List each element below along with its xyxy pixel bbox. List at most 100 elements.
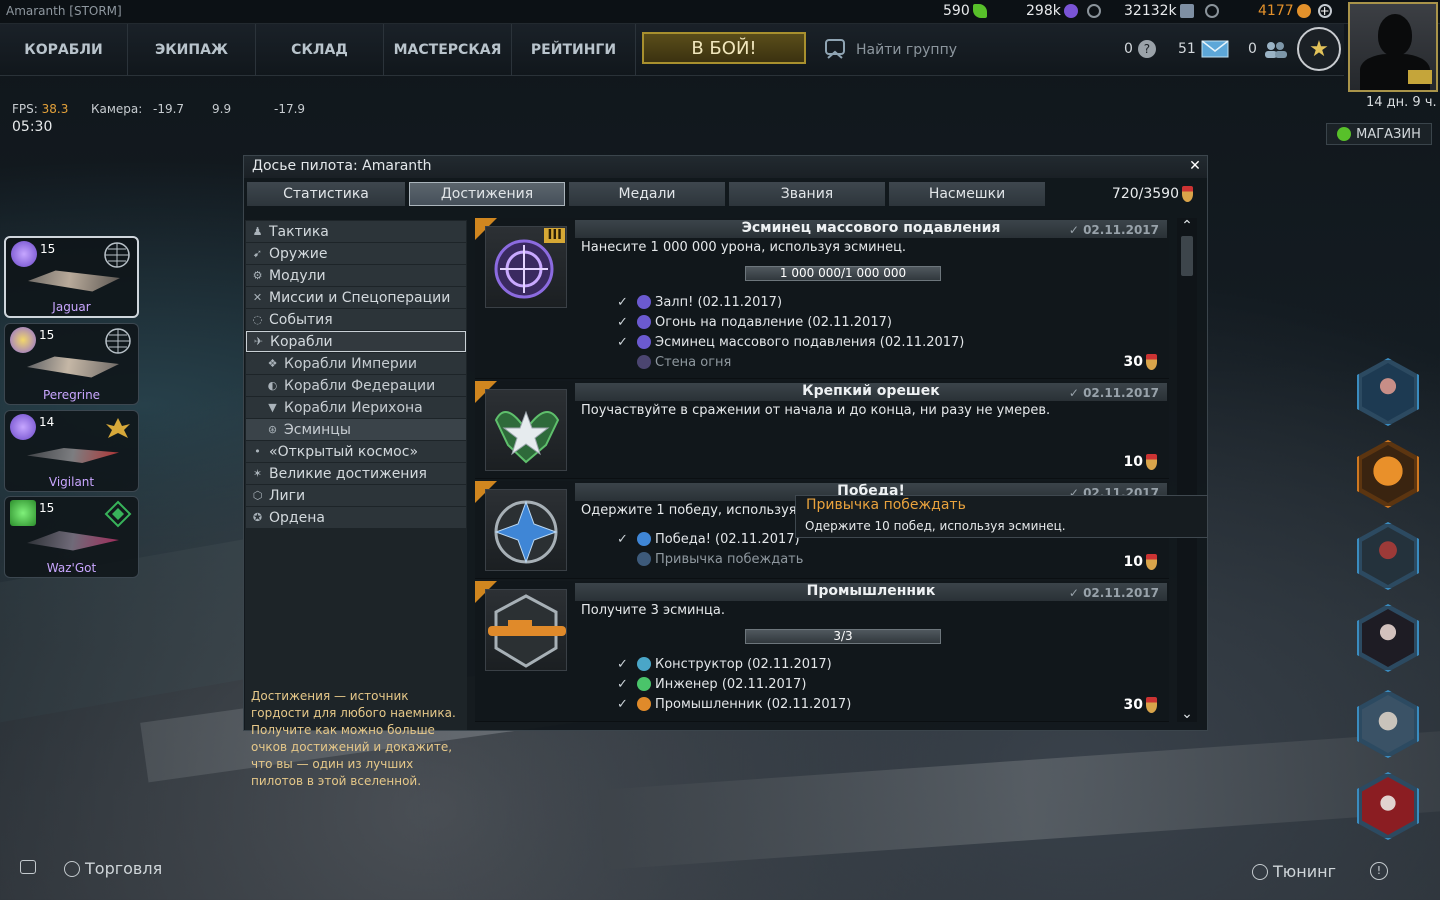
tab-statistics[interactable]: Статистика <box>247 182 405 206</box>
nav-ratings[interactable]: РЕЙТИНГИ <box>512 24 636 76</box>
ship-slot-jaguar[interactable]: 15 Jaguar <box>4 236 139 318</box>
achievement-reward: 30 <box>1124 697 1157 713</box>
ship-image <box>27 356 119 378</box>
tuning-button[interactable]: Тюнинг <box>1252 862 1336 881</box>
step-icon <box>637 677 651 691</box>
tab-achievements[interactable]: Достижения <box>409 182 565 206</box>
close-icon[interactable]: ✕ <box>1187 158 1203 174</box>
crew-portrait[interactable] <box>1357 440 1419 508</box>
ship-image <box>27 531 119 551</box>
reward-value: 10 <box>1123 554 1143 570</box>
category-tactics[interactable]: ♟ Тактика <box>246 221 466 242</box>
crew-portrait[interactable] <box>1357 358 1419 426</box>
missions-icon: ✕ <box>252 290 263 304</box>
step-item: ✓ Инженер (02.11.2017) <box>617 674 851 694</box>
category-jericho-ships[interactable]: ▼ Корабли Иерихона <box>246 397 466 418</box>
federation-icon: ◐ <box>267 378 278 392</box>
achievement-card[interactable]: Крепкий орешек ✓ 02.11.2017 Поучаствуйте … <box>475 381 1169 479</box>
category-label: Корабли Империи <box>284 355 417 372</box>
ship-name: Waz'Got <box>46 561 97 575</box>
ship-rank-icon <box>10 327 36 353</box>
help-icon: ? <box>1137 40 1156 58</box>
add-gold-icon[interactable]: + <box>1317 4 1332 18</box>
ship-level: 15 <box>40 242 56 256</box>
achievement-title-text: Промышленник <box>806 583 936 599</box>
category-great-achievements[interactable]: ✶ Великие достижения <box>246 463 466 484</box>
step-item[interactable]: Привычка побеждать <box>617 549 803 569</box>
scroll-thumb[interactable] <box>1181 236 1193 276</box>
player-name: Amaranth [STORM] <box>6 4 122 18</box>
step-text: Конструктор (02.11.2017) <box>655 656 832 672</box>
category-missions[interactable]: ✕ Миссии и Спецоперации <box>246 287 466 308</box>
tier-label: III <box>544 228 565 243</box>
tab-medals[interactable]: Медали <box>569 182 725 206</box>
crew-portrait[interactable] <box>1357 604 1419 672</box>
clock: 05:30 <box>12 119 53 135</box>
avatar[interactable] <box>1348 2 1438 92</box>
check-icon: ✓ <box>617 334 628 350</box>
shop-button[interactable]: МАГАЗИН <box>1326 123 1432 145</box>
nav-storage[interactable]: СКЛАД <box>256 24 384 76</box>
category-events[interactable]: ◌ События <box>246 309 466 330</box>
step-icon <box>637 532 651 546</box>
category-empire-ships[interactable]: ❖ Корабли Империи <box>246 353 466 374</box>
crew-portrait[interactable] <box>1357 522 1419 590</box>
achievement-progress-bar: 1 000 000/1 000 000 <box>745 266 941 281</box>
scrollbar[interactable]: ⌃ ⌄ <box>1177 218 1197 722</box>
achievement-card[interactable]: III Эсминец массового подавления ✓ 02.11.… <box>475 218 1169 379</box>
mail-counter[interactable]: 51 <box>1178 40 1229 58</box>
achievement-date-text: 02.11.2017 <box>1083 386 1159 400</box>
ship-name: Jaguar <box>52 300 91 314</box>
scroll-up-icon[interactable]: ⌃ <box>1179 218 1195 234</box>
exchange-icon[interactable] <box>1204 4 1219 18</box>
nav-workshop[interactable]: МАСТЕРСКАЯ <box>384 24 512 76</box>
gear-icon[interactable] <box>1086 4 1101 18</box>
step-item: ✓ Огонь на подавление (02.11.2017) <box>617 312 964 332</box>
ship-slot-peregrine[interactable]: 15 Peregrine <box>4 323 139 405</box>
achievement-card[interactable]: Промышленник ✓ 02.11.2017 Получите 3 эсми… <box>475 581 1169 722</box>
category-modules[interactable]: ⚙ Модули <box>246 265 466 286</box>
category-destroyers[interactable]: ⊛ Эсминцы <box>246 419 466 440</box>
help-counter[interactable]: 0 ? <box>1124 40 1156 58</box>
battle-button[interactable]: В БОЙ! <box>642 32 806 64</box>
ship-level: 15 <box>39 328 55 342</box>
tab-ranks[interactable]: Звания <box>729 182 885 206</box>
premium-icon <box>1408 70 1432 84</box>
scroll-down-icon[interactable]: ⌄ <box>1179 706 1195 722</box>
friends-counter[interactable]: 0 <box>1248 40 1288 58</box>
achievement-title: Крепкий орешек ✓ 02.11.2017 <box>575 383 1167 401</box>
tab-taunts[interactable]: Насмешки <box>889 182 1045 206</box>
friends-icon <box>1264 42 1287 58</box>
achievement-title: Эсминец массового подавления ✓ 02.11.2017 <box>575 220 1167 238</box>
destroyer-icon: ⊛ <box>267 422 278 436</box>
achievement-date: ✓ 02.11.2017 <box>1068 386 1159 400</box>
category-federation-ships[interactable]: ◐ Корабли Федерации <box>246 375 466 396</box>
chat-button[interactable] <box>20 860 36 874</box>
rank-star-icon[interactable]: ★ <box>1297 27 1341 71</box>
ship-slot-wazgot[interactable]: 15 Waz'Got <box>4 496 139 578</box>
step-item: Стена огня <box>617 352 964 372</box>
category-ships[interactable]: ✈ Корабли <box>246 331 466 352</box>
points-value: 720/3590 <box>1111 186 1179 202</box>
trade-button[interactable]: Торговля <box>64 859 162 878</box>
category-open-space[interactable]: • «Открытый космос» <box>246 441 466 462</box>
category-label: Тактика <box>269 223 329 240</box>
reward-value: 10 <box>1123 454 1143 470</box>
crew-portrait[interactable] <box>1357 690 1419 758</box>
ship-rank-icon <box>10 414 36 440</box>
achievement-badge-icon <box>485 589 567 671</box>
ship-slot-vigilant[interactable]: 14 Vigilant <box>4 410 139 492</box>
main-nav: КОРАБЛИ ЭКИПАЖ СКЛАД МАСТЕРСКАЯ РЕЙТИНГИ… <box>0 24 1344 76</box>
category-label: Корабли Иерихона <box>284 399 423 416</box>
crew-portrait[interactable] <box>1357 772 1419 840</box>
nav-crew[interactable]: ЭКИПАЖ <box>128 24 256 76</box>
find-group-button[interactable]: Найти группу <box>822 38 957 62</box>
shop-icon <box>1337 127 1352 141</box>
medal-icon <box>1146 554 1157 570</box>
currency-credits: 590 <box>943 3 987 19</box>
category-orders[interactable]: ✪ Ордена <box>246 507 466 528</box>
category-leagues[interactable]: ⬡ Лиги <box>246 485 466 506</box>
category-weapons[interactable]: ➹ Оружие <box>246 243 466 264</box>
nav-ships[interactable]: КОРАБЛИ <box>0 24 128 76</box>
alert-button[interactable]: ! <box>1370 862 1388 880</box>
